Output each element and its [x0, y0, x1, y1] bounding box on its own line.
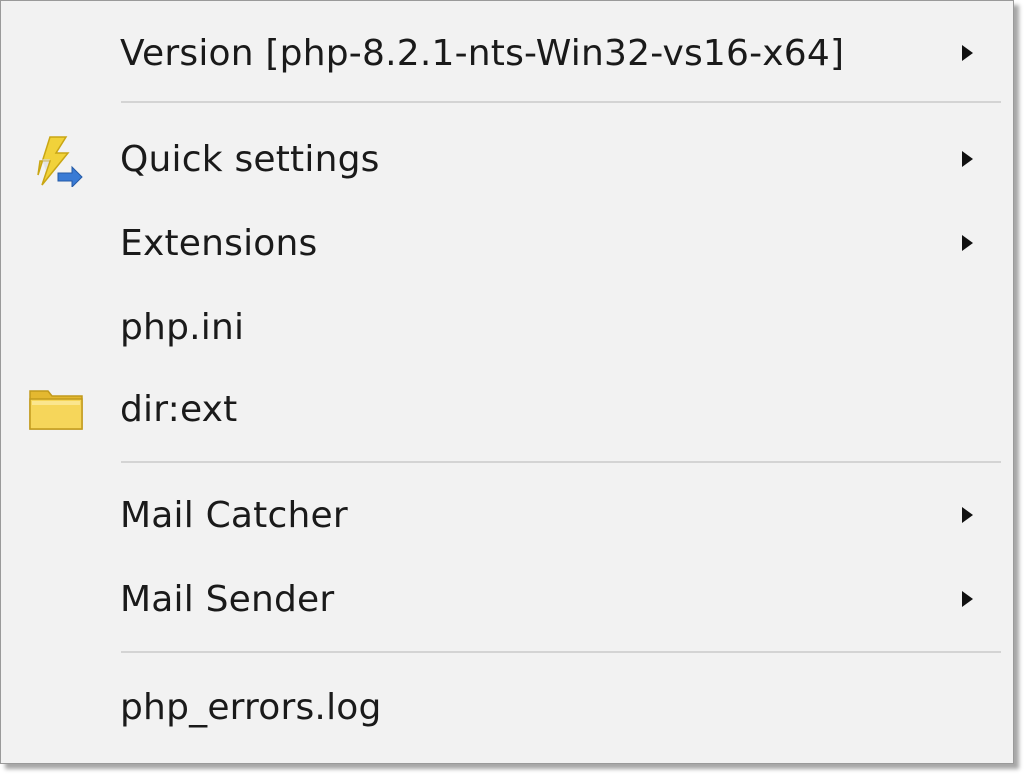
- menu-item-extensions-label: Extensions: [120, 222, 318, 264]
- menu-item-quick-settings[interactable]: Quick settings: [2, 119, 1012, 199]
- menu-item-mail-catcher[interactable]: Mail Catcher: [2, 475, 1012, 555]
- menu-separator: [121, 461, 1001, 463]
- menu-item-php-ini-label: php.ini: [120, 306, 245, 348]
- menu-item-version-label: Version [php-8.2.1-nts-Win32-vs16-x64]: [120, 32, 845, 74]
- menu-item-mail-catcher-label: Mail Catcher: [120, 494, 348, 536]
- submenu-arrow-icon: [962, 235, 973, 251]
- menu-item-dir-ext-label: dir:ext: [120, 388, 238, 430]
- menu-separator: [121, 101, 1001, 103]
- submenu-arrow-icon: [962, 151, 973, 167]
- menu-item-extensions[interactable]: Extensions: [2, 203, 1012, 283]
- menu-item-quick-settings-label: Quick settings: [120, 138, 380, 180]
- menu-item-php-errors-log[interactable]: php_errors.log: [2, 667, 1012, 747]
- menu-item-php-ini[interactable]: php.ini: [2, 287, 1012, 367]
- menu-item-dir-ext[interactable]: dir:ext: [2, 369, 1012, 449]
- menu-item-mail-sender[interactable]: Mail Sender: [2, 559, 1012, 639]
- submenu-arrow-icon: [962, 45, 973, 61]
- menu-item-php-errors-log-label: php_errors.log: [120, 686, 382, 728]
- submenu-arrow-icon: [962, 591, 973, 607]
- menu-item-mail-sender-label: Mail Sender: [120, 578, 335, 620]
- php-context-menu: Version [php-8.2.1-nts-Win32-vs16-x64] Q…: [0, 0, 1014, 764]
- lightning-settings-icon: [28, 131, 84, 189]
- folder-icon: [28, 381, 84, 437]
- submenu-arrow-icon: [962, 507, 973, 523]
- menu-separator: [121, 651, 1001, 653]
- menu-item-version[interactable]: Version [php-8.2.1-nts-Win32-vs16-x64]: [2, 13, 1012, 93]
